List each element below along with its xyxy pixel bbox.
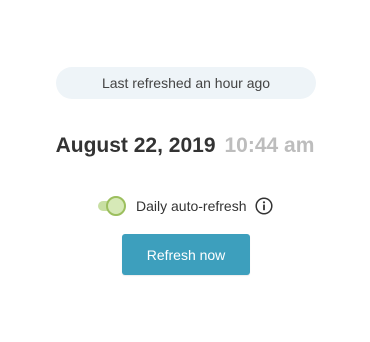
refresh-now-label: Refresh now bbox=[146, 246, 226, 263]
auto-refresh-toggle[interactable] bbox=[96, 196, 128, 216]
last-refresh-datetime: August 22, 2019 10:44 am bbox=[0, 131, 370, 161]
toggle-knob bbox=[106, 196, 126, 216]
refresh-date: August 22, 2019 bbox=[55, 134, 216, 157]
refresh-now-button[interactable]: Refresh now bbox=[122, 234, 250, 275]
auto-refresh-row: Daily auto-refresh bbox=[96, 194, 273, 218]
auto-refresh-label: Daily auto-refresh bbox=[136, 198, 247, 214]
refresh-time: 10:44 am bbox=[224, 134, 315, 157]
last-refreshed-text: Last refreshed an hour ago bbox=[101, 75, 271, 91]
info-circle-icon[interactable] bbox=[254, 197, 273, 215]
last-refreshed-status: Last refreshed an hour ago bbox=[56, 67, 316, 99]
